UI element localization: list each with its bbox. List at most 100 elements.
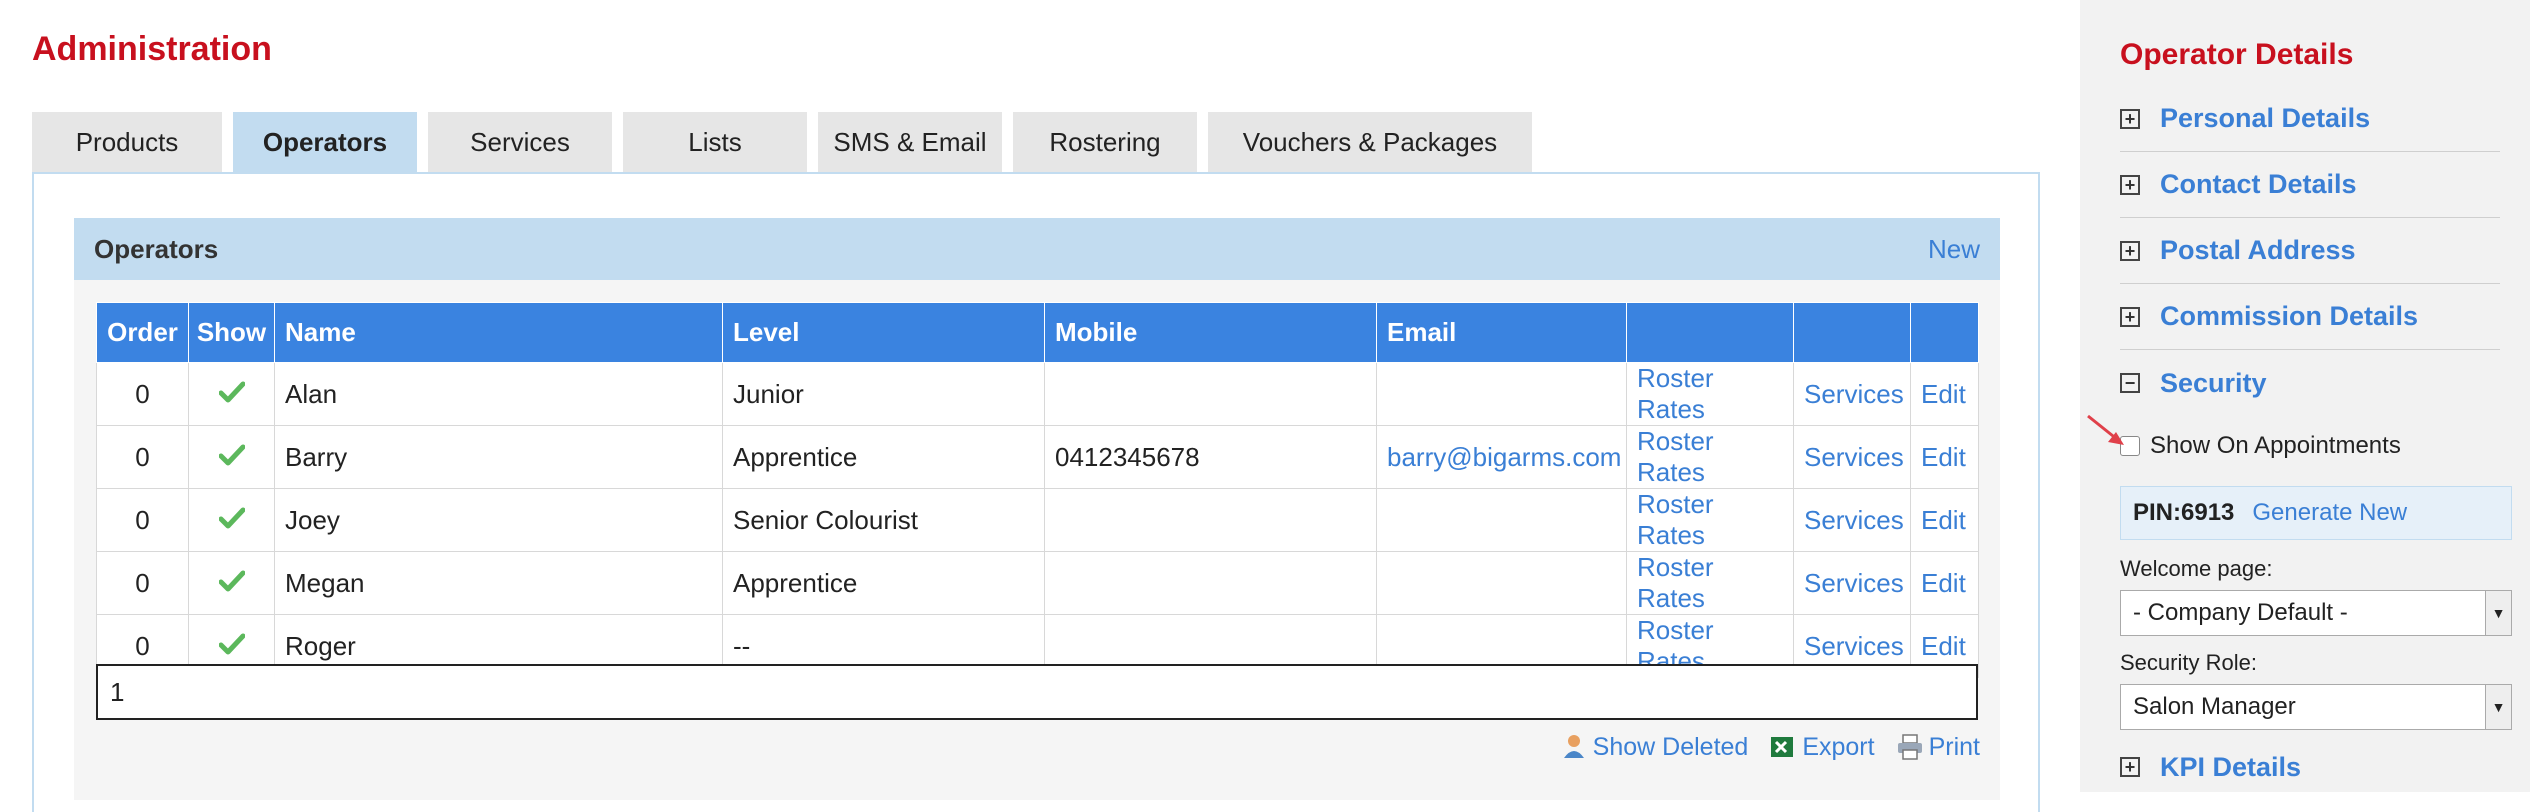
accordion-postal-address[interactable]: + Postal Address (2120, 218, 2500, 284)
print-label: Print (1928, 732, 1980, 761)
cell-name-text: Alan (285, 378, 338, 409)
operators-body: Order Show Name Level Mobile Email 0 Alan… (74, 280, 2000, 800)
expand-icon: + (2120, 306, 2140, 327)
show-on-appointments-label: Show On Appointments (2150, 432, 2401, 459)
welcome-page-select[interactable]: - Company Default - ▼ (2120, 590, 2512, 636)
tab-rostering[interactable]: Rostering (1013, 112, 1197, 172)
services-link-text[interactable]: Services (1804, 442, 1904, 472)
welcome-page-label: Welcome page: (2120, 556, 2273, 581)
cell-level: Apprentice (722, 425, 1045, 489)
tab-services[interactable]: Services (428, 112, 612, 172)
cell-show (188, 425, 275, 489)
page-number[interactable]: 1 (110, 677, 124, 708)
cell-email: barry@bigarms.com (1376, 425, 1627, 489)
col-header-name[interactable]: Name (274, 302, 723, 363)
table-header-row: Order Show Name Level Mobile Email (96, 302, 1979, 363)
chevron-down-icon: ▼ (2485, 685, 2511, 729)
cell-name: Alan (274, 362, 723, 426)
col-header-order[interactable]: Order (96, 302, 189, 363)
cell-show (188, 362, 275, 426)
operators-table: Order Show Name Level Mobile Email 0 Alan… (96, 302, 1979, 678)
new-operator-link[interactable]: New (1928, 234, 1980, 265)
cell-mobile-text: 0412345678 (1055, 441, 1200, 472)
show-on-appointments-row: Show On Appointments (2120, 432, 2401, 460)
services-link-text[interactable]: Services (1804, 379, 1904, 409)
cell-mobile (1044, 551, 1377, 615)
accordion-label: Personal Details (2160, 103, 2371, 133)
services-link: Services (1793, 551, 1911, 615)
cell-level: Junior (722, 362, 1045, 426)
accordion-commission-details[interactable]: + Commission Details (2120, 284, 2500, 350)
main-content: Administration Products Operators Servic… (0, 0, 2080, 812)
show-deleted-label: Show Deleted (1592, 732, 1749, 761)
cell-name-text: Joey (285, 504, 340, 535)
security-role-label: Security Role: (2120, 650, 2257, 675)
chevron-down-icon: ▼ (2485, 591, 2511, 635)
edit-link-text[interactable]: Edit (1921, 442, 1966, 472)
welcome-page-value: - Company Default - (2133, 599, 2348, 626)
edit-link-text[interactable]: Edit (1921, 568, 1966, 598)
roster-rates-link-text[interactable]: Roster Rates (1637, 363, 1714, 424)
tab-vouchers-packages[interactable]: Vouchers & Packages (1208, 112, 1532, 172)
tab-sms-email[interactable]: SMS & Email (818, 112, 1002, 172)
cell-order: 0 (96, 362, 189, 426)
generate-new-pin-link[interactable]: Generate New (2252, 499, 2407, 527)
operator-details-sidebar: Operator Details + Personal Details + Co… (2080, 0, 2530, 792)
print-button[interactable]: Print (1895, 732, 1980, 762)
cell-email (1376, 551, 1627, 615)
roster-rates-link-text[interactable]: Roster Rates (1637, 489, 1714, 550)
cell-order-text: 0 (135, 378, 150, 409)
cell-email-text[interactable]: barry@bigarms.com (1387, 442, 1621, 472)
cell-level: Senior Colourist (722, 488, 1045, 552)
check-icon (218, 633, 245, 654)
accordion-personal-details[interactable]: + Personal Details (2120, 86, 2500, 152)
services-link: Services (1793, 425, 1911, 489)
accordion-label: Security (2160, 367, 2267, 398)
section-title: Operators (94, 233, 219, 264)
cell-email (1376, 362, 1627, 426)
table-row: 0 Alan Junior Roster Rates Services Edit (96, 362, 1979, 426)
check-icon (218, 381, 245, 402)
accordion-kpi-details[interactable]: + KPI Details (2120, 734, 2500, 800)
pointer-arrow-icon (2087, 414, 2124, 445)
roster-rates-link-text[interactable]: Roster Rates (1637, 552, 1714, 613)
export-button[interactable]: Export (1768, 732, 1875, 762)
edit-link: Edit (1910, 551, 1979, 615)
cell-order: 0 (96, 425, 189, 489)
tab-lists[interactable]: Lists (623, 112, 807, 172)
cell-order-text: 0 (135, 567, 150, 598)
accordion-contact-details[interactable]: + Contact Details (2120, 152, 2500, 218)
roster-rates-link: Roster Rates (1626, 551, 1794, 615)
cell-show (188, 488, 275, 552)
roster-rates-link-text[interactable]: Roster Rates (1637, 426, 1714, 487)
cell-name-text: Barry (285, 441, 348, 472)
edit-link-text[interactable]: Edit (1921, 631, 1966, 661)
cell-mobile: 0412345678 (1044, 425, 1377, 489)
services-link-text[interactable]: Services (1804, 505, 1904, 535)
cell-email (1376, 488, 1627, 552)
tab-bar: Products Operators Services Lists SMS & … (32, 112, 1543, 172)
services-link-text[interactable]: Services (1804, 568, 1904, 598)
edit-link-text[interactable]: Edit (1921, 379, 1966, 409)
cell-name: Joey (274, 488, 723, 552)
edit-link-text[interactable]: Edit (1921, 505, 1966, 535)
cell-order-text: 0 (135, 504, 150, 535)
services-link: Services (1793, 362, 1911, 426)
expand-icon: + (2120, 174, 2140, 195)
cell-order: 0 (96, 551, 189, 615)
col-header-edit (1910, 302, 1979, 363)
accordion-security[interactable]: − Security (2120, 350, 2500, 416)
col-header-email[interactable]: Email (1376, 302, 1627, 363)
col-header-show[interactable]: Show (188, 302, 275, 363)
pager: 1 (96, 664, 1978, 720)
col-header-mobile[interactable]: Mobile (1044, 302, 1377, 363)
check-icon (218, 444, 245, 465)
tab-operators[interactable]: Operators (233, 112, 417, 172)
security-role-select[interactable]: Salon Manager ▼ (2120, 684, 2512, 730)
footer-actions: Show Deleted Export Print (1559, 732, 1980, 762)
show-deleted-button[interactable]: Show Deleted (1559, 732, 1749, 762)
accordion-label: KPI Details (2160, 751, 2302, 782)
tab-products[interactable]: Products (32, 112, 222, 172)
col-header-level[interactable]: Level (722, 302, 1045, 363)
services-link-text[interactable]: Services (1804, 631, 1904, 661)
